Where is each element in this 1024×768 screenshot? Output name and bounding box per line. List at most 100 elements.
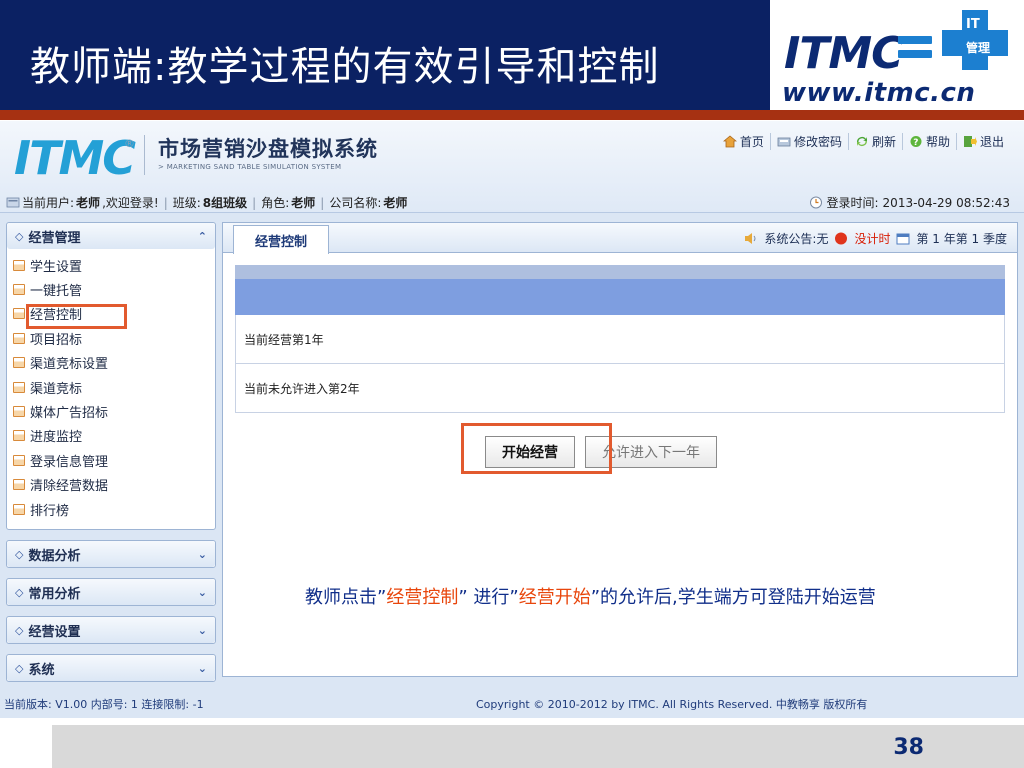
password-label: 修改密码 [793, 135, 842, 149]
current-period: 第 1 年第 1 季度 [916, 232, 1007, 246]
expand-icon[interactable]: ⌄ [198, 548, 207, 561]
sidebar-item-progress-monitor[interactable]: 进度监控 [13, 424, 215, 448]
grid-row-next-year-status: 当前未允许进入第2年 [235, 364, 1005, 413]
app-subtitle: > MARKETING SAND TABLE SIMULATION SYSTEM [158, 163, 342, 171]
separator: | [163, 195, 168, 210]
sidebar-item-project-bidding[interactable]: 项目招标 [13, 326, 215, 350]
sidebar-menu: 学生设置 一键托管 经营控制 项目招标 渠道竞标设置 渠道竞标 媒体广告招标 进… [7, 249, 215, 521]
registered-mark: ® [124, 137, 135, 150]
copyright: Copyright © 2010-2012 by ITMC. All Right… [476, 698, 868, 711]
logo-equals-icon [898, 36, 932, 60]
app-window: ITMC ® 市场营销沙盘模拟系统 > MARKETING SAND TABLE… [0, 121, 1024, 718]
top-links: 首页 修改密码 刷新 ? 帮助 退出 [717, 133, 1010, 150]
exit-icon [963, 136, 977, 147]
sidebar-item-media-ad-bidding[interactable]: 媒体广告招标 [13, 399, 215, 423]
highlight-box-menu [26, 304, 127, 329]
note-text: 教师点击” [305, 587, 387, 608]
app-footer: 当前版本: V1.00 内部号: 1 连接限制: -1 Copyright © … [0, 686, 1024, 718]
sidebar-item-login-info[interactable]: 登录信息管理 [13, 448, 215, 472]
svg-text:?: ? [913, 138, 918, 148]
diamond-arrows-icon: ◇ [15, 229, 24, 243]
timer-status: 没计时 [854, 232, 891, 246]
exit-label: 退出 [979, 135, 1004, 149]
class-label: 班级: [172, 196, 201, 210]
sidebar-section-operations[interactable]: ◇ 经营管理 ⌃ [7, 223, 215, 249]
section-label: 经营管理 [28, 230, 81, 246]
change-password-link[interactable]: 修改密码 [769, 133, 848, 150]
sidebar: ◇ 经营管理 ⌃ 学生设置 一键托管 经营控制 项目招标 渠道竞标设置 渠道竞标 … [6, 222, 216, 682]
note-highlight: 经营控制 [386, 587, 459, 608]
sidebar-item-channel-bidding[interactable]: 渠道竞标 [13, 375, 215, 399]
grid-header [235, 279, 1005, 315]
sidebar-section-data-analysis[interactable]: ◇ 数据分析 ⌄ [6, 540, 216, 568]
login-time-label: 登录时间: [826, 196, 879, 210]
svg-text:IT: IT [966, 17, 980, 32]
user-bar: 当前用户: 老师 ,欢迎登录! | 班级: 8组班级 | 角色: 老师 | 公司… [0, 189, 1024, 213]
main-content: 经营控制 系统公告:无 没计时 第 1 年第 1 季度 当前经营第1年 当前未允… [222, 222, 1018, 677]
app-header: ITMC ® 市场营销沙盘模拟系统 > MARKETING SAND TABLE… [0, 121, 1024, 213]
section-label: 经营设置 [28, 624, 81, 640]
note-highlight: 经营开始 [518, 587, 591, 608]
exit-link[interactable]: 退出 [955, 133, 1010, 150]
tab-operation-control[interactable]: 经营控制 [233, 225, 329, 254]
diamond-arrows-icon: ◇ [15, 547, 24, 561]
announcement: 系统公告:无 [764, 232, 829, 246]
note-text: ” 进行” [458, 587, 519, 608]
itmc-logo: ITMC IT 管理 www.itmc.cn [770, 0, 1024, 110]
page-icon [13, 454, 25, 466]
help-link[interactable]: ? 帮助 [901, 133, 956, 150]
company-value: 老师 [383, 196, 408, 210]
expand-icon[interactable]: ⌄ [198, 586, 207, 599]
help-icon: ? [910, 136, 922, 148]
slide-footer: 38 [52, 725, 1024, 768]
page-number: 38 [893, 735, 924, 760]
grid-row-current-year: 当前经营第1年 [235, 315, 1005, 364]
speaker-icon [745, 233, 756, 244]
home-icon [722, 135, 737, 148]
sidebar-item-one-click-hosting[interactable]: 一键托管 [13, 277, 215, 301]
sidebar-item-clear-data[interactable]: 清除经营数据 [13, 473, 215, 497]
diamond-arrows-icon: ◇ [15, 585, 24, 599]
title-band: 教师端:教学过程的有效引导和控制 [0, 0, 770, 110]
page-icon [13, 259, 25, 271]
page-icon [13, 430, 25, 442]
home-label: 首页 [739, 135, 764, 149]
calendar-icon [896, 233, 910, 245]
expand-icon[interactable]: ⌄ [198, 662, 207, 675]
app-logo: ITMC [14, 131, 136, 185]
refresh-icon [856, 137, 867, 146]
highlight-box-button [461, 423, 612, 474]
app-title: 市场营销沙盘模拟系统 [158, 137, 378, 161]
page-icon [13, 284, 25, 296]
class-value: 8组班级 [202, 196, 248, 210]
sidebar-panel-operations: ◇ 经营管理 ⌃ 学生设置 一键托管 经营控制 项目招标 渠道竞标设置 渠道竞标 … [6, 222, 216, 530]
logo-text: ITMC [784, 28, 903, 79]
status-area: 系统公告:无 没计时 第 1 年第 1 季度 [744, 230, 1007, 247]
company-label: 公司名称: [329, 196, 382, 210]
login-time-value: 2013-04-29 08:52:43 [882, 195, 1010, 210]
refresh-link[interactable]: 刷新 [847, 133, 902, 150]
user-card-icon [6, 197, 20, 208]
sidebar-item-label: 登录信息管理 [30, 454, 109, 470]
home-link[interactable]: 首页 [717, 133, 770, 150]
sidebar-section-common-analysis[interactable]: ◇ 常用分析 ⌄ [6, 578, 216, 606]
user-info: 当前用户: 老师 ,欢迎登录! | 班级: 8组班级 | 角色: 老师 | 公司… [6, 194, 407, 211]
tab-bar: 经营控制 系统公告:无 没计时 第 1 年第 1 季度 [223, 223, 1017, 254]
sidebar-item-channel-bid-settings[interactable]: 渠道竞标设置 [13, 351, 215, 375]
sidebar-section-operation-settings[interactable]: ◇ 经营设置 ⌄ [6, 616, 216, 644]
page-icon [13, 406, 25, 418]
svg-text:管理: 管理 [966, 40, 990, 55]
sidebar-section-system[interactable]: ◇ 系统 ⌄ [6, 654, 216, 682]
password-icon [777, 137, 791, 147]
sidebar-item-leaderboard[interactable]: 排行榜 [13, 497, 215, 521]
page-icon [13, 308, 25, 320]
role-label: 角色: [261, 196, 290, 210]
collapse-icon[interactable]: ⌃ [198, 230, 207, 243]
logo-plus-icon: IT 管理 [942, 10, 1008, 70]
version-info: 当前版本: V1.00 内部号: 1 连接限制: -1 [4, 698, 204, 711]
note-text: ”的允许后,学生端方可登陆开始运营 [590, 587, 876, 608]
expand-icon[interactable]: ⌄ [198, 624, 207, 637]
logo-divider [144, 135, 145, 175]
sidebar-item-student-settings[interactable]: 学生设置 [13, 253, 215, 277]
clock-icon [809, 196, 822, 209]
